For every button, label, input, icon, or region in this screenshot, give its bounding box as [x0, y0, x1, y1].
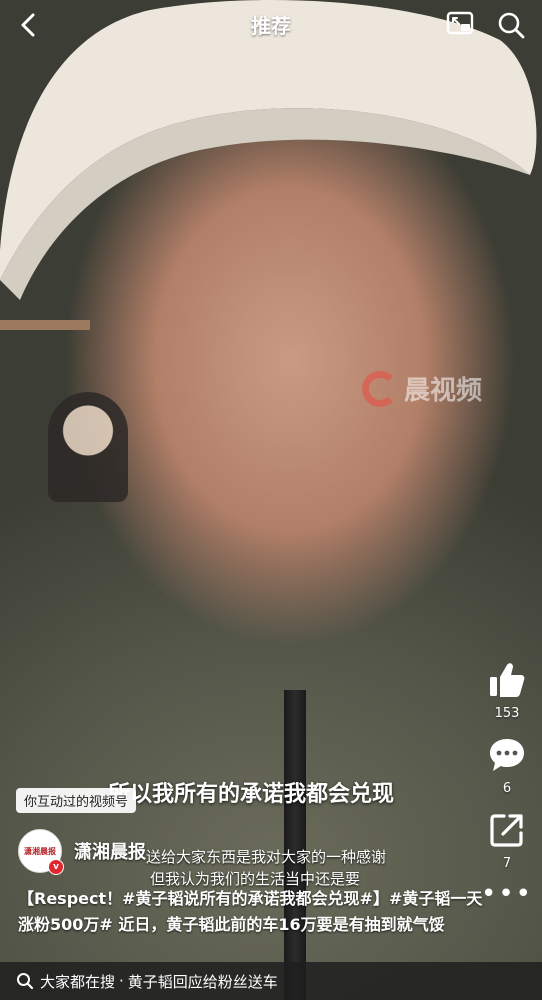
interacted-channel-badge: 你互动过的视频号 — [16, 788, 137, 813]
action-column: 153 6 7 ••• — [481, 660, 533, 907]
comment-bubble-icon — [490, 739, 524, 771]
picture-in-picture-button[interactable] — [446, 11, 476, 37]
subtitle-line-1: 送给大家东西是我对大家的一种感谢 — [146, 848, 387, 866]
suggestion-separator: · — [119, 972, 124, 990]
share-icon — [490, 814, 523, 847]
author-name[interactable]: 潇湘晨报 — [74, 838, 146, 864]
comment-button[interactable]: 6 — [487, 735, 527, 796]
search-icon — [17, 973, 34, 990]
like-button[interactable]: 153 — [487, 660, 527, 721]
share-count: 7 — [502, 856, 512, 871]
avatar-logo-text: 潇湘晨报 — [24, 846, 56, 856]
watermark-logo-icon — [362, 370, 398, 407]
video-screen[interactable]: 晨视频 推荐 153 6 7 ••• 所以我所有的承诺我都会兑现 你互动过的视频… — [0, 0, 542, 1000]
picture-in-picture-icon — [446, 11, 474, 35]
author-row[interactable]: 潇湘晨报 v 潇湘晨报 — [18, 829, 146, 875]
channel-watermark: 晨视频 — [362, 370, 482, 407]
search-button[interactable] — [496, 10, 526, 40]
like-count: 153 — [494, 706, 520, 721]
background-figurine — [48, 392, 128, 502]
more-options-icon[interactable]: ••• — [481, 881, 533, 907]
search-icon — [498, 12, 525, 39]
share-button[interactable]: 7 — [487, 810, 527, 871]
thumbs-up-icon — [490, 663, 525, 697]
video-caption[interactable]: 【Respect！#黄子韬说所有的承诺我都会兑现#】#黄子韬一天涨粉500万# … — [18, 886, 488, 938]
top-bar: 推荐 — [0, 0, 542, 50]
background-shelf — [0, 320, 90, 330]
suggestion-query[interactable]: 黄子韬回应给粉丝送车 — [128, 971, 278, 992]
suggestion-prefix: 大家都在搜 — [40, 972, 116, 991]
avatar[interactable]: 潇湘晨报 v — [18, 829, 64, 875]
search-suggestion-bar[interactable]: 大家都在搜 · 黄子韬回应给粉丝送车 — [0, 962, 542, 1000]
verified-badge: v — [48, 859, 64, 875]
subtitle-main: 所以我所有的承诺我都会兑现 — [108, 782, 395, 807]
comment-count: 6 — [502, 781, 512, 796]
jacket-zipper — [284, 690, 306, 1000]
watermark-text: 晨视频 — [404, 376, 483, 406]
